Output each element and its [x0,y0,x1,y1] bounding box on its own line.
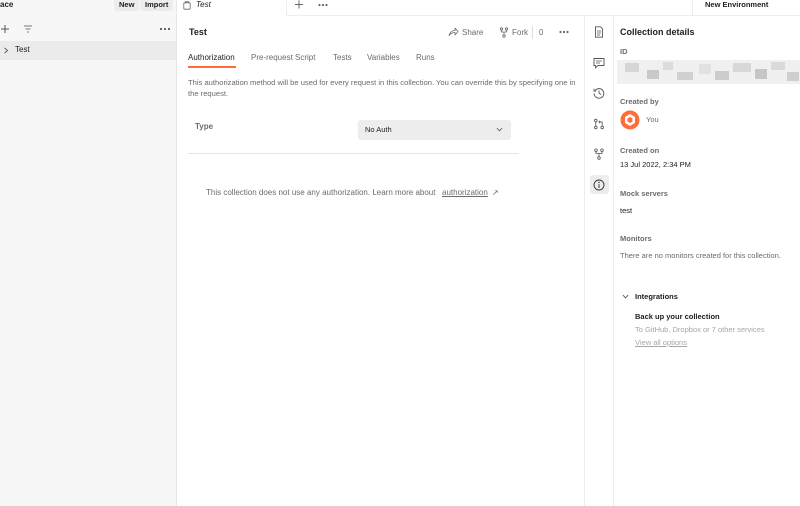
active-tab-indicator [188,66,236,68]
tab-tests[interactable]: Tests [333,53,352,63]
avatar-icon [620,110,640,130]
id-label: ID [620,47,628,56]
backup-description: To GitHub, Dropbox or 7 other services [635,325,765,334]
fork-icon[interactable] [499,27,509,38]
filter-icon[interactable] [22,23,34,35]
info-icon[interactable] [593,179,605,191]
collection-icon [183,1,191,10]
new-tab-plus-icon[interactable] [294,0,304,9]
backup-title: Back up your collection [635,312,720,321]
fork-icon[interactable] [593,148,605,160]
created-by-label: Created by [620,97,659,106]
view-all-options-link[interactable]: View all options [635,338,687,348]
monitors-label: Monitors [620,234,652,243]
redacted-id [617,60,800,84]
collection-more-icon[interactable] [558,29,570,35]
environment-selector[interactable]: New Environment [705,0,768,9]
collection-details-title: Collection details [620,27,695,37]
fork-button[interactable]: Fork [512,28,528,38]
monitors-empty-text: There are no monitors created for this c… [620,251,781,260]
new-button[interactable]: New [114,0,140,11]
import-button[interactable]: Import [140,0,174,11]
collection-title[interactable]: Test [189,27,207,38]
type-label: Type [195,122,214,131]
tab-authorization[interactable]: Authorization [188,53,235,63]
document-icon[interactable] [593,26,605,38]
chevron-down-icon[interactable] [496,127,503,132]
auth-description: This authorization method will be used f… [188,78,576,98]
external-link-icon[interactable]: ↗ [492,188,499,198]
fork-divider [532,26,533,39]
share-button[interactable]: Share [462,28,483,38]
history-icon[interactable] [593,87,605,99]
type-divider [188,153,519,154]
integrations-toggle[interactable]: Integrations [635,292,678,302]
created-by-value: You [646,115,659,124]
mock-servers-label: Mock servers [620,189,668,198]
search-input[interactable] [36,22,154,36]
pull-request-icon[interactable] [593,118,605,130]
authorization-docs-link[interactable]: authorization [442,188,488,198]
add-collection-plus-icon[interactable] [0,23,10,35]
workspace-title[interactable]: ace [0,0,13,9]
chevron-right-icon[interactable] [3,47,9,54]
created-on-value: 13 Jul 2022, 2:34 PM [620,160,691,169]
tabs-more-icon[interactable] [317,2,329,8]
created-on-label: Created on [620,146,660,155]
sidebar [0,0,177,506]
tab-variables[interactable]: Variables [367,53,400,63]
tab-pre-request-script[interactable]: Pre-request Script [251,53,315,63]
fork-count[interactable]: 0 [539,28,543,38]
tab-test[interactable] [177,0,287,16]
tab-label[interactable]: Test [196,0,211,9]
comment-icon[interactable] [593,57,605,69]
share-icon[interactable] [448,27,459,37]
chevron-down-icon[interactable] [622,294,629,299]
mock-server-link[interactable]: test [620,206,632,216]
no-auth-message: This collection does not use any authori… [206,188,436,197]
auth-type-value[interactable]: No Auth [365,125,392,135]
collection-label[interactable]: Test [15,45,30,55]
tab-runs[interactable]: Runs [416,53,435,63]
sidebar-more-icon[interactable] [158,24,172,34]
environment-divider [692,0,693,16]
